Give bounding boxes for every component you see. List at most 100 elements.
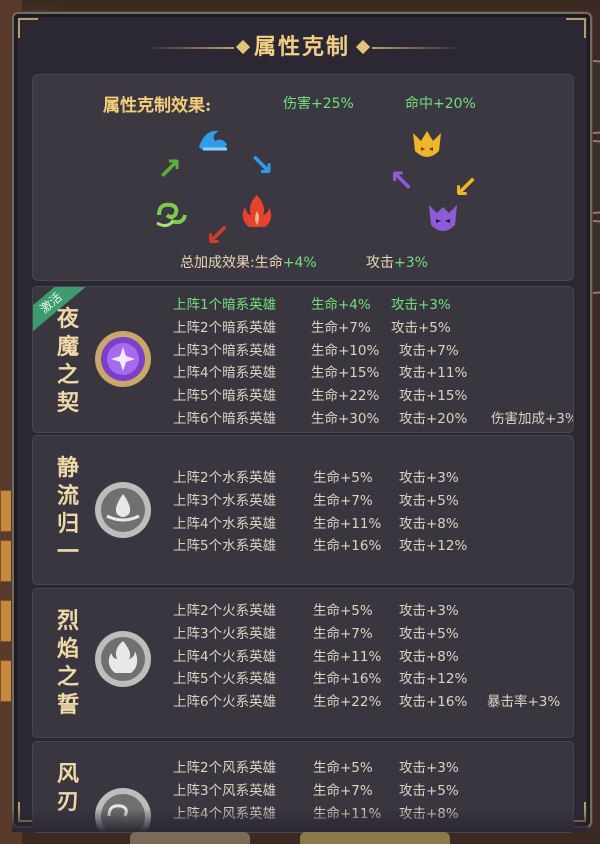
bonus-atk: 攻击+3% xyxy=(399,603,459,619)
hit-bonus: 命中+20% xyxy=(405,96,476,112)
fire-element-icon xyxy=(95,631,151,687)
total-hp-value: +4% xyxy=(282,255,317,271)
bonus-atk: 攻击+15% xyxy=(399,388,468,405)
bonus-condition: 上阵5个水系英雄 xyxy=(173,538,277,555)
bonus-row: 上阵3个暗系英雄 生命+10% 攻击+7% xyxy=(173,339,573,362)
bonus-condition: 上阵3个风系英雄 xyxy=(173,782,277,799)
bonus-row: 上阵2个火系英雄 生命+5% 攻击+3% xyxy=(173,599,573,622)
section-name: 烈 焰 之 誓 xyxy=(55,607,81,719)
bottom-button-edge[interactable] xyxy=(300,832,450,844)
title-divider xyxy=(372,47,462,49)
bonus-atk: 攻击+5% xyxy=(391,319,451,336)
bonus-atk: 攻击+8% xyxy=(399,648,459,665)
bonus-row: 上阵6个火系英雄 生命+22% 攻击+16% 暴击率+3% xyxy=(173,690,573,713)
bonus-extra: 暴击率+3% xyxy=(487,694,561,711)
bonus-condition: 上阵3个水系英雄 xyxy=(173,492,277,509)
bonus-condition: 上阵5个暗系英雄 xyxy=(173,388,277,405)
section-name-char: 流 xyxy=(56,483,79,509)
bonus-hp: 生命+16% xyxy=(313,671,382,688)
bonus-row: 上阵4个水系英雄 生命+11% 攻击+8% xyxy=(173,512,573,535)
bonus-row: 上阵2个风系英雄 生命+5% 攻击+3% xyxy=(173,756,573,779)
arrow-fire-to-wind-icon: ↙ xyxy=(205,218,231,253)
bonus-atk: 攻击+5% xyxy=(399,782,459,799)
bonus-hp: 生命+4% xyxy=(311,297,371,313)
bonus-hp: 生命+7% xyxy=(313,625,373,642)
section-name-char: 风 xyxy=(56,761,79,787)
bonus-condition: 上阵2个水系英雄 xyxy=(173,470,277,486)
bonus-row: 上阵5个暗系英雄 生命+22% 攻击+15% xyxy=(173,384,573,407)
bonus-atk: 攻击+7% xyxy=(399,342,459,359)
bonus-hp: 生命+10% xyxy=(311,342,380,359)
bonus-atk: 攻击+16% xyxy=(399,694,468,711)
total-atk-label: 攻击+3% xyxy=(366,252,428,272)
bonus-row: 上阵1个暗系英雄 生命+4% 攻击+3% xyxy=(173,293,573,316)
section-name-char: 誓 xyxy=(56,692,79,718)
bonus-row: 上阵6个暗系英雄 生命+30% 攻击+20% 伤害加成+3% xyxy=(173,407,573,430)
bonus-atk: 攻击+3% xyxy=(391,297,451,313)
bonus-hp: 生命+5% xyxy=(313,603,373,619)
bonus-row: 上阵3个风系英雄 生命+7% 攻击+5% xyxy=(173,779,573,802)
counter-effect-box: 属性克制效果: 伤害+25% 命中+20% ↘ ↙ ↗ ↙ ↖ 总加成效果:生命… xyxy=(32,74,574,281)
bonus-hp: 生命+7% xyxy=(313,782,373,799)
section-fire: 烈 焰 之 誓 上阵2个火系英雄 生命+5% 攻击+3% 上阵3个火系英雄 生命… xyxy=(32,588,574,738)
bonus-atk: 攻击+8% xyxy=(399,515,459,532)
bonus-rows: 上阵1个暗系英雄 生命+4% 攻击+3% 上阵2个暗系英雄 生命+7% 攻击+5… xyxy=(173,293,573,430)
wind-icon xyxy=(156,202,187,228)
arrow-water-to-fire-icon: ↘ xyxy=(249,148,275,183)
bonus-row: 上阵2个水系英雄 生命+5% 攻击+3% xyxy=(173,466,573,489)
section-name-char: 夜 xyxy=(56,306,79,332)
dark-element-icon xyxy=(95,331,151,387)
water-element-icon xyxy=(95,482,151,538)
section-name-char: 魔 xyxy=(56,334,79,360)
bonus-atk: 攻击+12% xyxy=(399,671,468,688)
section-name-char: 归 xyxy=(56,511,79,537)
bonus-row: 上阵5个火系英雄 生命+16% 攻击+12% xyxy=(173,667,573,690)
bonus-extra: 伤害加成+3% xyxy=(491,410,574,427)
bonus-hp: 生命+5% xyxy=(313,470,373,486)
section-name-char: 契 xyxy=(56,390,79,416)
title-divider xyxy=(144,47,234,49)
title-ornament xyxy=(235,39,251,55)
total-atk-text: 攻击 xyxy=(366,255,394,271)
section-name-char: 之 xyxy=(56,362,79,388)
section-dark: 激活 夜 魔 之 契 上阵1个暗系英雄 生命+4% 攻击+3% 上阵2个暗系英雄… xyxy=(32,286,574,433)
arrow-wind-to-water-icon: ↗ xyxy=(157,152,183,187)
section-name-char: 静 xyxy=(56,455,79,481)
section-water: 静 流 归 一 上阵2个水系英雄 生命+5% 攻击+3% 上阵3个水系英雄 生命… xyxy=(32,435,574,585)
bonus-condition: 上阵2个火系英雄 xyxy=(173,603,277,619)
attribute-counter-panel: 属性克制 属性克制效果: 伤害+25% 命中+20% ↘ ↙ ↗ ↙ ↖ 总加成… xyxy=(12,12,592,833)
bonus-hp: 生命+30% xyxy=(311,410,380,427)
section-name-char: 烈 xyxy=(56,608,79,634)
bonus-atk: 攻击+20% xyxy=(399,410,468,427)
section-name: 静 流 归 一 xyxy=(55,454,81,566)
bonus-atk: 攻击+5% xyxy=(399,492,459,509)
dark-icon xyxy=(429,205,457,231)
bonus-hp: 生命+7% xyxy=(311,319,371,336)
bonus-condition: 上阵6个暗系英雄 xyxy=(173,410,277,427)
title-ornament xyxy=(355,39,371,55)
fire-icon xyxy=(242,195,272,227)
arrow-light-to-dark-icon: ↙ xyxy=(453,170,479,205)
section-name-char: 之 xyxy=(56,664,79,690)
bonus-row: 上阵3个水系英雄 生命+7% 攻击+5% xyxy=(173,489,573,512)
bonus-rows: 上阵2个水系英雄 生命+5% 攻击+3% 上阵3个水系英雄 生命+7% 攻击+5… xyxy=(173,466,573,557)
bonus-condition: 上阵5个火系英雄 xyxy=(173,671,277,688)
bonus-hp: 生命+15% xyxy=(311,365,380,382)
bonus-condition: 上阵4个暗系英雄 xyxy=(173,365,277,382)
light-icon xyxy=(413,131,441,157)
bonus-row: 上阵3个火系英雄 生命+7% 攻击+5% xyxy=(173,622,573,645)
bonus-condition: 上阵3个火系英雄 xyxy=(173,625,277,642)
bonus-row: 上阵5个水系英雄 生命+16% 攻击+12% xyxy=(173,534,573,557)
bonus-atk: 攻击+3% xyxy=(399,470,459,486)
effect-label: 属性克制效果: xyxy=(103,96,212,116)
bonus-atk: 攻击+5% xyxy=(399,625,459,642)
bottom-button-edge[interactable] xyxy=(130,832,250,844)
total-atk-value: +3% xyxy=(394,255,428,271)
bonus-hp: 生命+7% xyxy=(313,492,373,509)
bonus-condition: 上阵4个火系英雄 xyxy=(173,648,277,665)
bonus-atk: 攻击+3% xyxy=(399,760,459,776)
total-label: 总加成效果:生命 xyxy=(180,255,283,271)
bonus-row: 上阵2个暗系英雄 生命+7% 攻击+5% xyxy=(173,316,573,339)
scroll-fade xyxy=(12,808,588,832)
bonus-atk: 攻击+11% xyxy=(399,365,468,382)
